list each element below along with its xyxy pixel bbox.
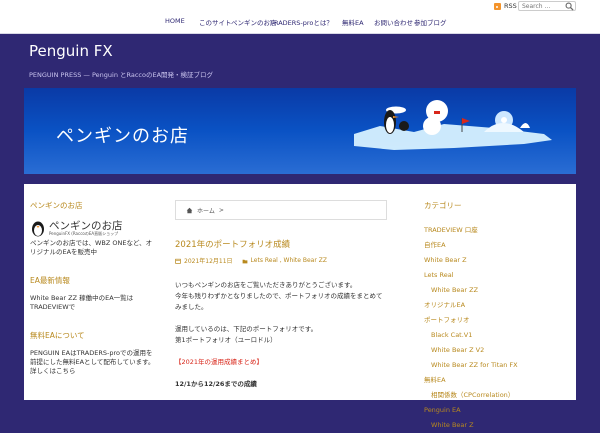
category-heading: カテゴリー <box>424 201 462 210</box>
post-paragraph: 今年も残りわずかとなりましたので、ポートフォリオの成績をまとめてみました。 <box>175 292 383 311</box>
search-icon[interactable] <box>565 2 574 11</box>
calendar-icon <box>175 258 181 264</box>
shop-text: ペンギンのお店では、WBZ ONEなど、オリジナルのEAを販売中 <box>30 239 153 256</box>
breadcrumb-home[interactable]: ホーム <box>197 206 215 215</box>
rss-link[interactable]: RSS <box>494 1 517 11</box>
home-icon <box>186 207 193 213</box>
ea-text: White Bear ZZ 稼働中のEA一覧はTRADEVIEWで <box>30 294 134 311</box>
category-item[interactable]: Black Cat.V1 <box>424 328 574 343</box>
post-paragraph <box>175 313 389 324</box>
post-paragraph: 運用しているのは、下記のポートフォリオです。 <box>175 325 318 333</box>
category-item[interactable]: オリジナルEA <box>424 298 574 313</box>
site-title[interactable]: Penguin FX <box>29 42 113 60</box>
nav-item-free-ea[interactable]: 無料EA <box>342 17 364 27</box>
rss-label: RSS <box>504 2 517 10</box>
site-description: PENGUIN PRESS — Penguin とRaccoのEA開発・検証ブロ… <box>29 71 214 79</box>
penguin-logo-icon <box>32 221 44 236</box>
shop-subtitle: PenguinFX (RaccoのEA直販ショップ <box>49 230 119 236</box>
category-item[interactable]: Penguin EA <box>424 403 574 418</box>
category-item[interactable]: White Bear Z V2 <box>424 343 574 358</box>
header-banner[interactable]: ペンギンのお店 <box>24 88 576 174</box>
category-item[interactable]: White Bear Z <box>424 253 574 268</box>
main-nav: HOME このサイト ペンギンのお店 TRADERS-proとは？ 無料EA お… <box>0 17 600 29</box>
post-paragraph: いつもペンギンのお店をご覧いただきありがとうございます。 <box>175 281 357 289</box>
folder-icon <box>242 259 247 263</box>
breadcrumb: ホーム > <box>175 200 387 220</box>
category-item[interactable]: White Bear ZZ <box>424 283 574 298</box>
shop-name: ペンギンのお店 <box>49 219 123 232</box>
post-tags[interactable]: Lets Real , White Bear ZZ <box>251 257 327 264</box>
category-item[interactable]: TRADEVIEW 口座 <box>424 223 574 238</box>
category-item[interactable]: White Bear Z <box>424 418 574 433</box>
shop-heading: ペンギンのお店 <box>30 201 83 210</box>
right-sidebar: カテゴリー TRADEVIEW 口座 自作EA White Bear Z Let… <box>424 200 574 433</box>
free-ea-heading: 無料EAについて <box>30 331 85 340</box>
free-ea-text: PENGUIN EAはTRADERS-proでの運用を前提にした無料EAとして配… <box>30 349 155 375</box>
category-item[interactable]: ポートフォリオ <box>424 313 574 328</box>
breadcrumb-separator: > <box>218 206 224 214</box>
penguin-scene-illustration <box>354 100 552 150</box>
post-date: 2021年12月11日 <box>184 258 233 265</box>
top-bar: RSS HOME このサイト ペンギンのお店 TRADERS-proとは？ 無料… <box>0 0 600 34</box>
nav-item-traders-pro[interactable]: TRADERS-proとは？ <box>270 17 333 27</box>
category-item[interactable]: 相関係数（CPCorrelation） <box>424 388 574 403</box>
ea-heading: EA最新情報 <box>30 276 70 285</box>
nav-item-home[interactable]: HOME <box>165 17 185 25</box>
post-paragraph: 第1ポートフォリオ（ユーロドル） <box>175 336 277 344</box>
main-column: ホーム > 2021年のポートフォリオ成績 2021年12月11日 Lets R… <box>175 200 389 390</box>
rss-icon <box>494 2 501 10</box>
post-meta: 2021年12月11日 Lets Real , White Bear ZZ <box>175 256 389 265</box>
category-item[interactable]: White Bear ZZ for Titan FX <box>424 358 574 373</box>
category-item[interactable]: 自作EA <box>424 238 574 253</box>
post-bold-line: 12/1から12/26までの成績 <box>175 380 257 388</box>
category-item[interactable]: 無料EA <box>424 373 574 388</box>
nav-item-about[interactable]: このサイト <box>199 17 232 27</box>
nav-item-blogs[interactable]: 参加ブログ <box>414 17 447 27</box>
post-body: いつもペンギンのお店をご覧いただきありがとうございます。 今年も残りわずかとなり… <box>175 280 389 390</box>
post-title[interactable]: 2021年のポートフォリオ成績 <box>175 238 389 250</box>
left-sidebar: ペンギンのお店 ペンギンのお店 PenguinFX (RaccoのEA直販ショッ… <box>30 200 155 376</box>
nav-item-contact[interactable]: お問い合わせ <box>374 17 413 27</box>
category-item[interactable]: Lets Real <box>424 268 574 283</box>
shop-logo[interactable]: ペンギンのお店 PenguinFX (RaccoのEA直販ショップ <box>30 219 155 237</box>
post-red-note: 【2021年の運用成績まとめ】 <box>175 358 264 366</box>
